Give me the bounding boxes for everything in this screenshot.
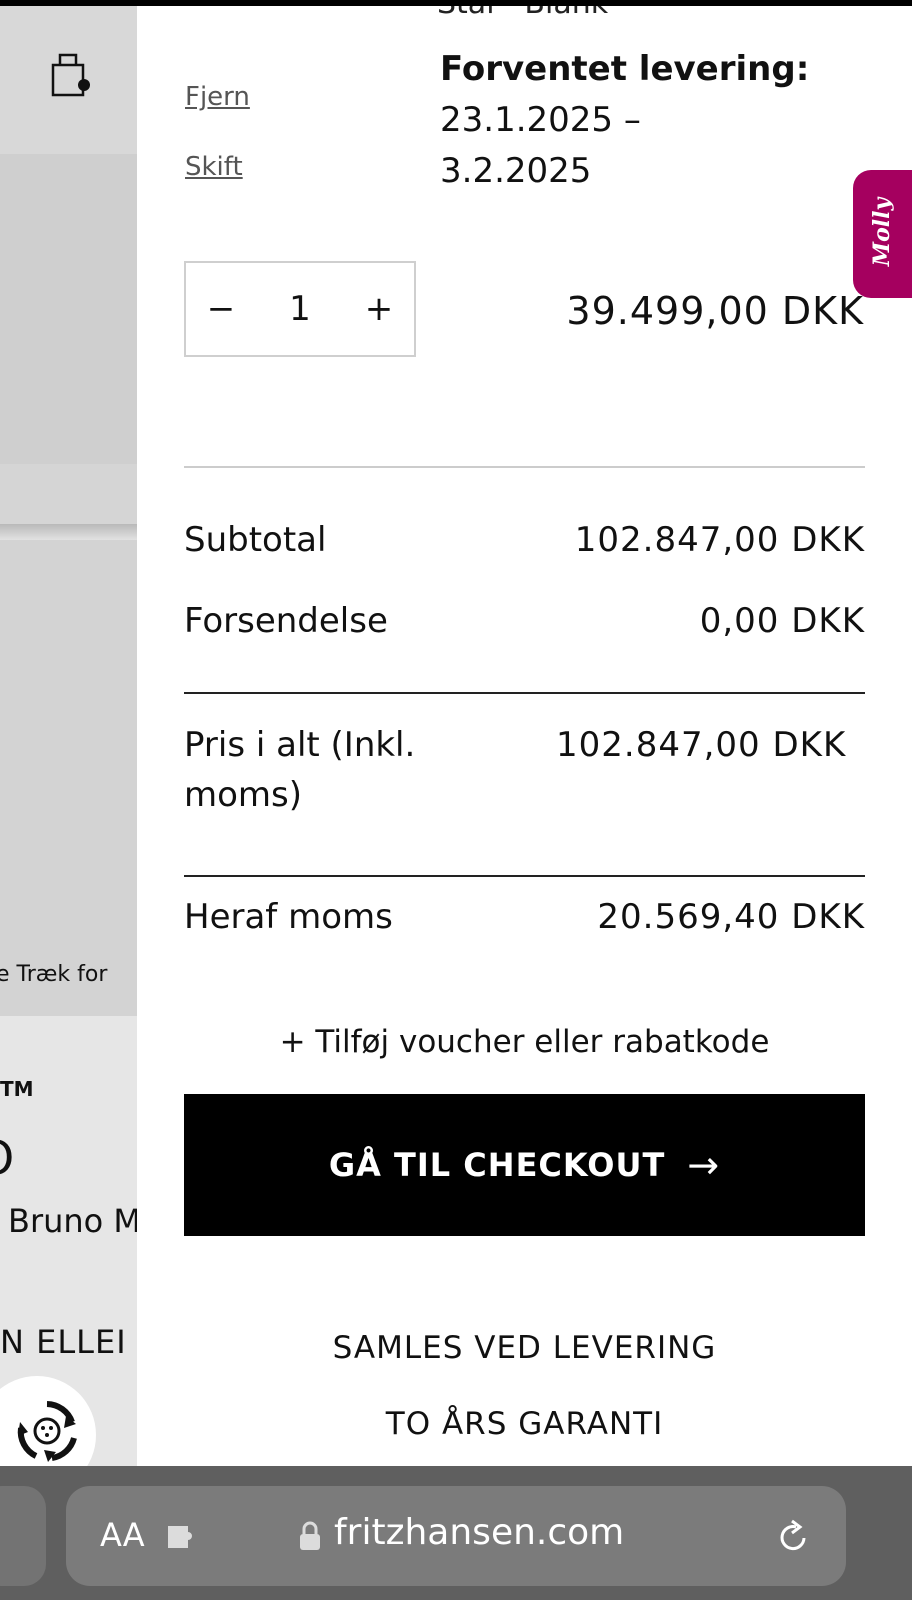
increase-quantity-button[interactable]: + [344,263,414,355]
decrease-quantity-button[interactable]: − [186,263,256,355]
subtotal-value: 102.847,00 DKK [574,520,865,560]
product-title-partial: O [0,1131,14,1185]
designer-name: Bruno M [8,1202,137,1240]
trademark-label: TM [0,1077,34,1101]
url-host: fritzhansen.com [334,1512,625,1553]
change-item-link[interactable]: Skift [185,152,243,182]
address-bar[interactable]: AA fritzhansen.com [66,1486,846,1586]
vat-label: Heraf moms [184,897,393,937]
browser-toolbar: AA fritzhansen.com [0,1466,912,1600]
checkout-label: GÅ TIL CHECKOUT [328,1146,666,1184]
remove-item-link[interactable]: Fjern [185,82,250,112]
delivery-from: 23.1.2025 – [440,100,641,140]
total-value: 102.847,00 DKK [556,725,847,765]
variant-label: Stål - Blank [437,6,608,21]
vat-value: 20.569,40 DKK [597,897,865,937]
quantity-value[interactable]: 1 [256,263,344,355]
divider [184,466,865,468]
shipping-label: Forsendelse [184,601,388,641]
divider [184,875,865,877]
lock-icon [300,1521,320,1550]
checkout-button[interactable]: GÅ TIL CHECKOUT → [184,1094,865,1236]
shopping-bag-icon[interactable] [50,51,90,97]
divider [184,692,865,694]
product-image-strip [0,464,137,524]
usp-assembly: SAMLES VED LEVERING [332,1330,717,1366]
previous-tab[interactable] [0,1486,46,1586]
delivery-label: Forventet levering: [440,49,810,89]
recycle-icon [17,1401,77,1462]
item-price: 39.499,00 DKK [566,289,864,333]
product-image-shelf [0,524,137,540]
arrow-right-icon: → [687,1143,721,1187]
reload-icon[interactable] [774,1518,812,1556]
text-size-button[interactable]: AA [100,1516,145,1554]
shipping-value: 0,00 DKK [699,601,865,641]
subtotal-label: Subtotal [184,520,327,560]
quantity-stepper: − 1 + [184,261,416,357]
product-image-lower [0,540,137,1016]
background-header [0,6,137,154]
background-product-page: e Træk for TM O Bruno M N ELLEI [0,6,137,1466]
molly-chat-tab[interactable]: Molly [853,170,912,298]
text-size-label: AA [100,1516,145,1554]
extension-icon[interactable] [166,1520,202,1554]
molly-label: Molly [869,197,895,267]
total-label: Pris i alt (Inkl. moms) [184,725,416,815]
add-voucher-button[interactable]: + Tilføj voucher eller rabatkode [137,1024,912,1060]
drag-hint: e Træk for [0,962,108,987]
usp-warranty: TO ÅRS GARANTI [385,1406,664,1442]
product-image [0,154,137,464]
expected-delivery: Forventet levering: 23.1.2025 – 3.2.2025 [440,44,809,197]
delivery-to: 3.2.2025 [440,151,592,191]
cart-drawer: Stål - Blank Fjern Skift Forventet lever… [137,6,912,1466]
option-text-partial: N ELLEI [0,1323,127,1361]
